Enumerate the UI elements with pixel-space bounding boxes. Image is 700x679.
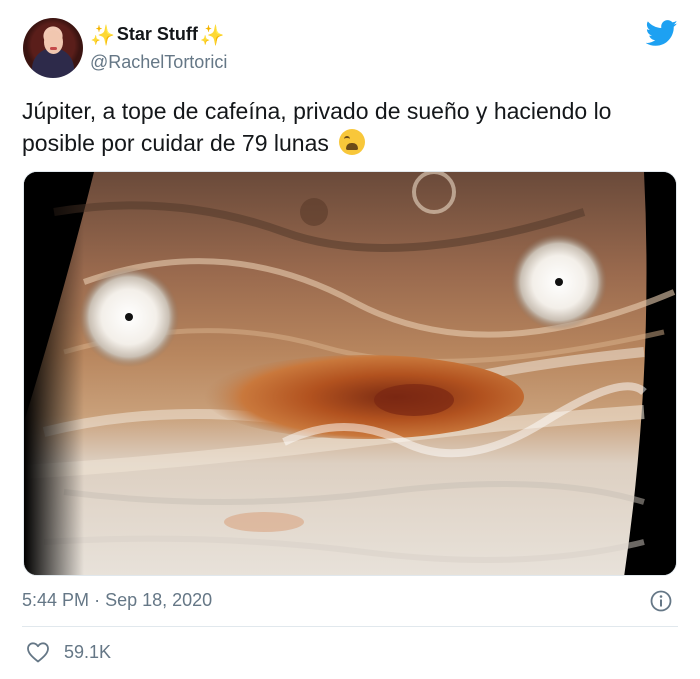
display-name[interactable]: Star Stuff bbox=[117, 24, 198, 45]
like-button[interactable]: 59.1K bbox=[26, 641, 111, 663]
tweet-timestamp[interactable]: 5:44 PM · Sep 18, 2020 bbox=[22, 590, 212, 611]
sparkle-icon-right: ✨ bbox=[199, 22, 225, 47]
display-name-row[interactable]: ✨ Star Stuff ✨ bbox=[90, 24, 225, 45]
tweet-text: Júpiter, a tope de cafeína, privado de s… bbox=[22, 95, 682, 159]
tweet-media-image[interactable] bbox=[23, 171, 677, 576]
avatar[interactable] bbox=[23, 18, 83, 78]
like-count: 59.1K bbox=[64, 641, 112, 662]
sparkle-icon-left: ✨ bbox=[90, 22, 115, 47]
heart-icon[interactable] bbox=[26, 641, 50, 663]
tweet-date: Sep 18, 2020 bbox=[105, 590, 213, 610]
twitter-bird-icon[interactable] bbox=[646, 20, 678, 47]
timestamp-separator: · bbox=[94, 590, 101, 610]
divider bbox=[22, 626, 678, 627]
tweet-text-body: Júpiter, a tope de cafeína, privado de s… bbox=[22, 98, 612, 156]
info-icon[interactable] bbox=[650, 590, 672, 612]
tweet-time: 5:44 PM bbox=[22, 590, 90, 610]
user-handle[interactable]: @RachelTortorici bbox=[90, 52, 227, 73]
jupiter-face-image bbox=[24, 172, 676, 575]
avatar-lips bbox=[50, 47, 57, 50]
weary-face-emoji-icon bbox=[339, 129, 366, 155]
avatar-face bbox=[44, 30, 63, 54]
